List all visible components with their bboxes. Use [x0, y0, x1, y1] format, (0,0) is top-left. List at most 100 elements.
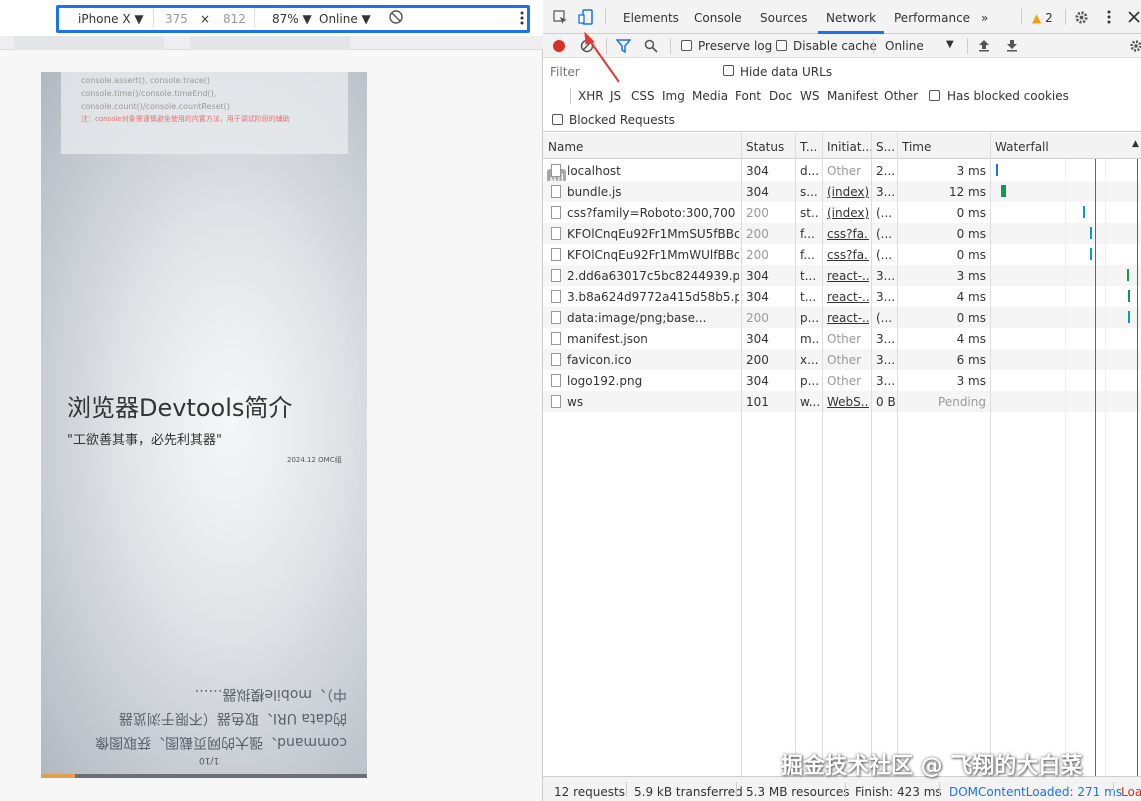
column-name[interactable]: Name: [548, 140, 583, 154]
hide-data-urls-checkbox[interactable]: [723, 65, 734, 76]
tab-performance[interactable]: Performance: [894, 11, 970, 25]
status-divider: [939, 782, 940, 797]
table-row[interactable]: data:image/png;base... 200 p... react-... (.…: [543, 307, 1141, 328]
type-css[interactable]: CSS: [631, 89, 655, 103]
column-initiator[interactable]: Initiat...: [827, 140, 873, 154]
table-row[interactable]: 3.b8a624d9772a415d58b5.png 304 t... react-.…: [543, 286, 1141, 307]
table-row[interactable]: KFOlCnqEu92Fr1MmWUlfBBc... 200 f... css?fa.…: [543, 244, 1141, 265]
export-har-icon[interactable]: [1006, 39, 1018, 56]
devtools-tabbar: Elements Console Sources Network Perform…: [543, 0, 1141, 34]
request-size: 3...: [876, 269, 896, 283]
column-waterfall[interactable]: Waterfall: [995, 140, 1049, 154]
warnings-counter[interactable]: ▲ 2: [1032, 11, 1053, 25]
request-type: st...: [800, 206, 820, 220]
rotate-icon[interactable]: [388, 9, 404, 28]
settings-gear-icon[interactable]: [1074, 10, 1089, 29]
import-har-icon[interactable]: [978, 39, 990, 56]
request-type: m...: [800, 332, 820, 346]
table-row[interactable]: manifest.json 304 m... Other 3... 4 ms: [543, 328, 1141, 349]
type-xhr[interactable]: XHR: [578, 89, 604, 103]
devtools-menu-icon[interactable]: [1107, 10, 1111, 28]
disable-cache-checkbox[interactable]: [776, 40, 787, 51]
type-doc[interactable]: Doc: [769, 89, 792, 103]
waterfall-bar: [996, 164, 999, 176]
more-options-icon[interactable]: [520, 10, 524, 29]
column-status[interactable]: Status: [746, 140, 784, 154]
sort-up-icon[interactable]: ▲: [1132, 139, 1139, 149]
request-initiator: react-...: [827, 269, 869, 283]
request-time: 6 ms: [956, 353, 986, 367]
slide-date: 2024.12 OMC组: [287, 456, 342, 464]
has-blocked-cookies-checkbox[interactable]: [929, 90, 940, 101]
table-row[interactable]: 2.dd6a63017c5bc8244939.png 304 t... react-.…: [543, 265, 1141, 286]
resource-type-filters: All XHR JS CSS Img Media Font Doc WS Man…: [543, 84, 1141, 189]
request-size: (...: [876, 227, 893, 241]
type-js[interactable]: JS: [610, 89, 621, 103]
more-tabs-button[interactable]: »: [981, 11, 988, 25]
record-icon[interactable]: [552, 39, 566, 57]
search-icon[interactable]: [644, 39, 658, 57]
mirrored-text-block: command、强大的网页截图、获取图像 的data URI、取色器（不限于浏览…: [77, 682, 347, 754]
mirrored-line: 中）、mobile模拟器……: [194, 686, 347, 702]
tab-sources[interactable]: Sources: [760, 11, 807, 25]
request-size: (...: [876, 206, 893, 220]
network-throttle-value: Online: [885, 39, 924, 53]
request-time: 0 ms: [956, 227, 986, 241]
request-time: 4 ms: [956, 332, 986, 346]
table-row[interactable]: KFOlCnqEu92Fr1MmSU5fBBc4... 200 f... css?fa…: [543, 223, 1141, 244]
height-input[interactable]: 812: [223, 12, 246, 26]
blocked-requests-checkbox[interactable]: [552, 114, 563, 125]
table-row[interactable]: localhost 304 d... Other 2... 3 ms: [543, 160, 1141, 181]
column-type[interactable]: T...: [800, 140, 817, 154]
device-toggle-icon[interactable]: [578, 9, 594, 29]
blocked-requests-label: Blocked Requests: [569, 113, 675, 127]
slide-title: 浏览器Devtools简介: [67, 394, 293, 422]
table-row[interactable]: ws 101 w... WebS... 0 B Pending: [543, 391, 1141, 412]
request-name: css?family=Roboto:300,700: [567, 206, 736, 220]
status-divider: [736, 782, 737, 797]
mirrored-line: 的data URI、取色器（不限于浏览器: [118, 710, 347, 726]
type-ws[interactable]: WS: [800, 89, 819, 103]
waterfall-bar: [1128, 311, 1130, 323]
request-time: 12 ms: [948, 185, 986, 199]
request-type: x...: [800, 353, 819, 367]
network-settings-gear-icon[interactable]: [1129, 39, 1141, 57]
preserve-log-checkbox[interactable]: [681, 40, 692, 51]
zoom-select[interactable]: 87% ▼: [272, 12, 312, 26]
request-size: 3...: [876, 374, 896, 388]
throttle-select[interactable]: Online ▼: [319, 12, 371, 26]
tab-network[interactable]: Network: [826, 11, 876, 25]
warning-icon: ▲: [1032, 11, 1042, 25]
table-row[interactable]: css?family=Roboto:300,700 200 st... (index)…: [543, 202, 1141, 223]
type-img[interactable]: Img: [662, 89, 685, 103]
waterfall-bar: [1128, 290, 1130, 302]
load-time: Loa: [1121, 785, 1141, 799]
tab-console[interactable]: Console: [694, 11, 742, 25]
column-size[interactable]: S...: [876, 140, 895, 154]
has-blocked-cookies-label: Has blocked cookies: [947, 89, 1069, 103]
type-media[interactable]: Media: [692, 89, 728, 103]
finish-time: Finish: 423 ms: [855, 785, 942, 799]
status-divider: [845, 782, 846, 797]
clear-icon[interactable]: [580, 39, 594, 57]
network-throttle-select[interactable]: Online: [885, 39, 924, 53]
table-row[interactable]: bundle.js 304 s... (index) 3... 12 ms: [543, 181, 1141, 202]
device-name: iPhone X: [78, 12, 131, 26]
request-type: p...: [800, 374, 820, 388]
filter-input[interactable]: [547, 62, 710, 81]
inspect-element-icon[interactable]: [553, 10, 568, 29]
slide-progress-fill: [41, 774, 75, 778]
width-input[interactable]: 375: [165, 12, 188, 26]
device-select[interactable]: iPhone X ▼: [78, 12, 144, 26]
filter-icon[interactable]: [615, 39, 632, 57]
table-row[interactable]: favicon.ico 200 x... Other 3... 6 ms: [543, 349, 1141, 370]
type-other[interactable]: Other: [884, 89, 918, 103]
tab-elements[interactable]: Elements: [623, 11, 679, 25]
type-manifest[interactable]: Manifest: [827, 89, 878, 103]
column-time[interactable]: Time: [902, 140, 931, 154]
table-row[interactable]: logo192.png 304 p... Other 3... 3 ms: [543, 370, 1141, 391]
close-icon[interactable]: [1128, 11, 1140, 27]
chevron-down-icon[interactable]: ▼: [946, 39, 954, 50]
network-request-table: Name Status T... Initiat... S... Time Wa…: [543, 133, 1141, 776]
type-font[interactable]: Font: [735, 89, 761, 103]
